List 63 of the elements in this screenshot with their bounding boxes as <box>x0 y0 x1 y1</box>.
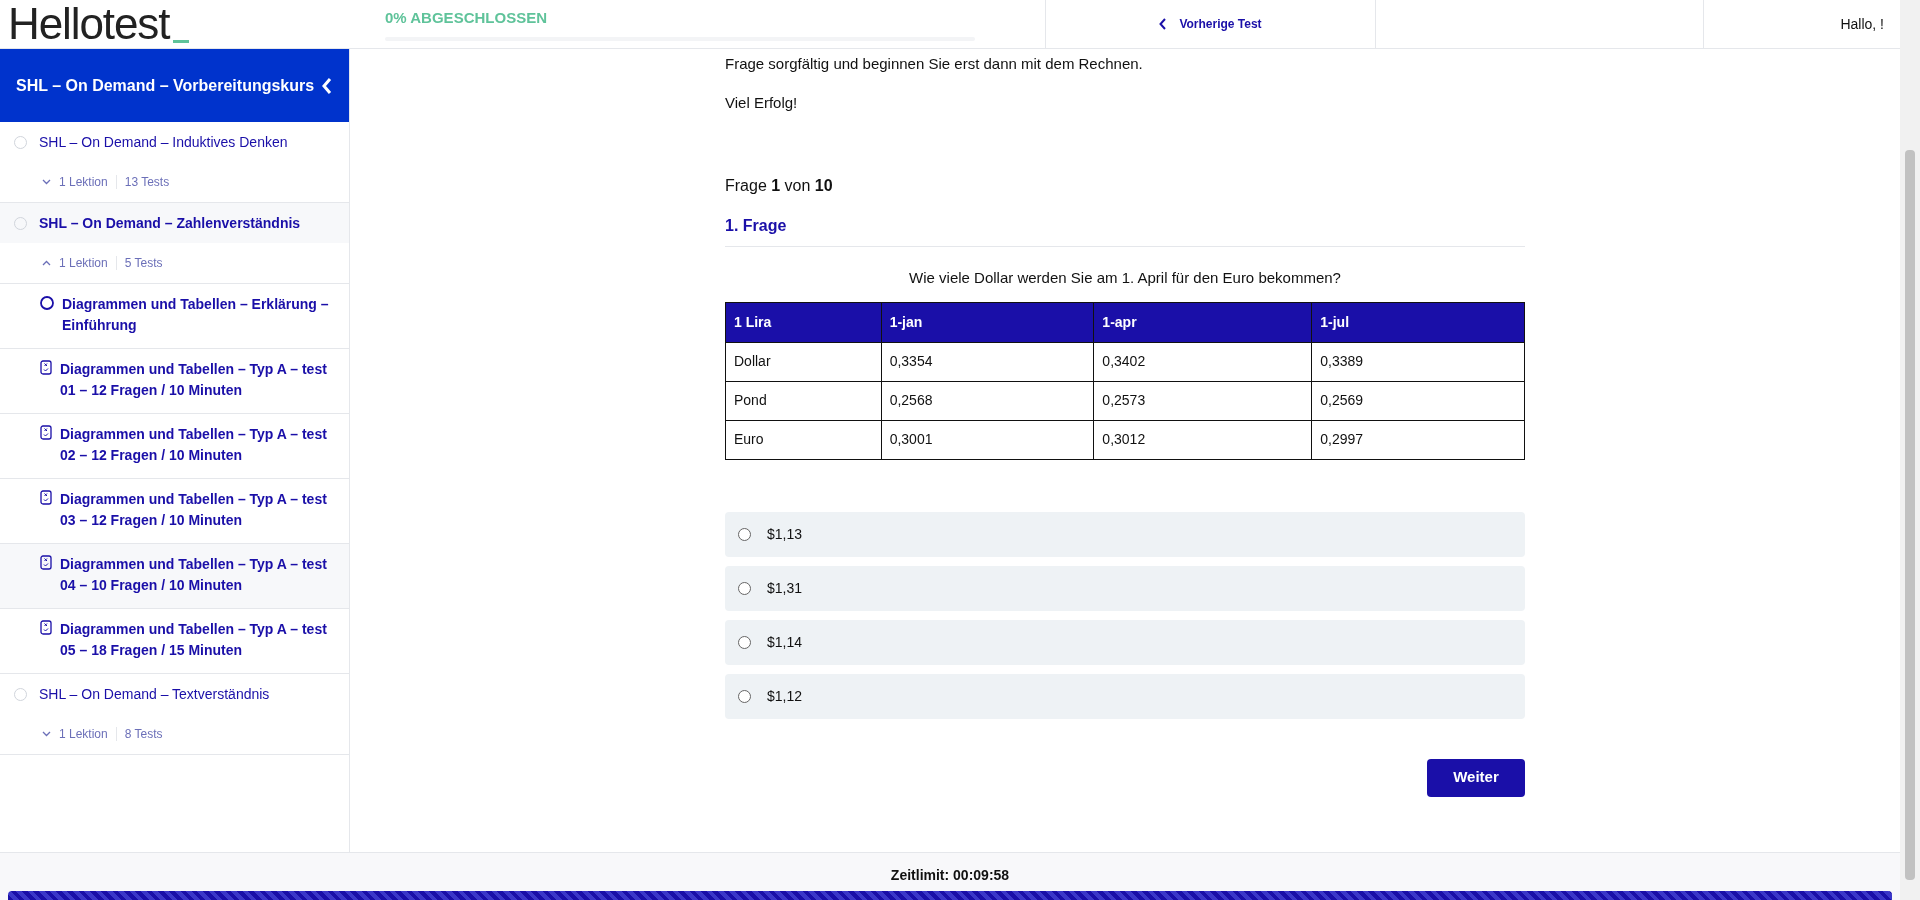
next-button[interactable]: Weiter <box>1427 758 1525 797</box>
answer-option[interactable]: $1,12 <box>725 673 1525 719</box>
paragraph: Frage sorgfältig und beginnen Sie erst dann mit dem Rechnen. <box>725 54 1144 74</box>
table-cell: Pond <box>725 381 882 420</box>
quiz-icon <box>40 425 52 440</box>
greeting: Hallo, ! <box>1840 14 1884 34</box>
chevron-down-icon <box>42 179 51 185</box>
answer-option[interactable]: $1,31 <box>725 565 1525 611</box>
course-title: SHL – On Demand – Vorbereitungskurs <box>16 75 315 96</box>
table-cell: Dollar <box>725 342 882 381</box>
column-header: 1 Lira <box>725 302 882 342</box>
paragraph: Viel Erfolg! <box>725 92 799 113</box>
scrollbar[interactable] <box>1900 0 1920 900</box>
section-item[interactable]: SHL – On Demand – Textverständnis <box>0 674 349 714</box>
table-cell: 0,2997 <box>1311 420 1525 459</box>
section-item[interactable]: SHL – On Demand – Zahlenverständnis <box>0 203 349 243</box>
previous-test-button[interactable]: Vorherige Test <box>1045 0 1375 48</box>
column-header: 1-jul <box>1311 302 1525 342</box>
lesson-item[interactable]: Diagrammen und Tabellen – Typ A – test 04 – 10 Fragen / 10 Minuten <box>0 543 349 608</box>
question-counter: Frage 1 von 10 <box>725 176 834 196</box>
lessons-toggle[interactable]: 1 Lektion <box>42 173 108 191</box>
radio-button[interactable] <box>738 689 751 703</box>
cursor-icon <box>173 39 190 43</box>
lessons-toggle[interactable]: 1 Lektion <box>42 725 108 743</box>
time-limit: Zeitlimit: 00:09:58 <box>890 866 1010 885</box>
chevron-left-icon <box>1159 18 1168 30</box>
chevron-down-icon <box>42 731 51 737</box>
chevron-up-icon <box>42 260 51 266</box>
tests-count: 5 Tests <box>124 255 163 272</box>
table-cell: 0,2569 <box>1311 381 1525 420</box>
lessons-toggle[interactable]: 1 Lektion <box>42 254 108 272</box>
answer-option[interactable]: $1,14 <box>725 619 1525 665</box>
quiz-icon <box>40 360 52 375</box>
radio-button[interactable] <box>738 527 751 541</box>
tests-count: 13 Tests <box>124 174 170 191</box>
circle-icon <box>40 296 54 310</box>
table-cell: 0,2568 <box>881 381 1094 420</box>
collapse-sidebar-icon[interactable] <box>321 76 333 95</box>
column-header: 1-apr <box>1093 302 1312 342</box>
lesson-item[interactable]: Diagrammen und Tabellen – Erklärung – Einführung <box>0 283 349 348</box>
column-header: 1-jan <box>881 302 1094 342</box>
section-item[interactable]: SHL – On Demand – Induktives Denken <box>0 122 349 162</box>
radio-button[interactable] <box>738 581 751 595</box>
question-text: Wie viele Dollar werden Sie am 1. April für den Euro bekommen? <box>908 268 1342 288</box>
lesson-item[interactable]: Diagrammen und Tabellen – Typ A – test 02 – 12 Fragen / 10 Minuten <box>0 413 349 478</box>
quiz-icon <box>40 555 52 570</box>
answer-option[interactable]: $1,13 <box>725 511 1525 557</box>
table-cell: 0,2573 <box>1093 381 1312 420</box>
table-cell: Euro <box>725 420 882 459</box>
table-cell: 0,3389 <box>1311 342 1525 381</box>
progress-label: 0% ABGESCHLOSSEN <box>385 7 548 28</box>
table-cell: 0,3001 <box>881 420 1094 459</box>
table-cell: 0,3354 <box>881 342 1094 381</box>
quiz-icon <box>40 490 52 505</box>
tests-count: 8 Tests <box>124 726 163 743</box>
lesson-item[interactable]: Diagrammen und Tabellen – Typ A – test 05 – 18 Fragen / 15 Minuten <box>0 608 349 673</box>
question-title: 1. Frage <box>725 214 1525 247</box>
logo: Hellotest <box>8 2 170 46</box>
lesson-item[interactable]: Diagrammen und Tabellen – Typ A – test 01 – 12 Fragen / 10 Minuten <box>0 348 349 413</box>
table-cell: 0,3402 <box>1093 342 1312 381</box>
quiz-icon <box>40 620 52 635</box>
radio-button[interactable] <box>738 635 751 649</box>
table-cell: 0,3012 <box>1093 420 1312 459</box>
